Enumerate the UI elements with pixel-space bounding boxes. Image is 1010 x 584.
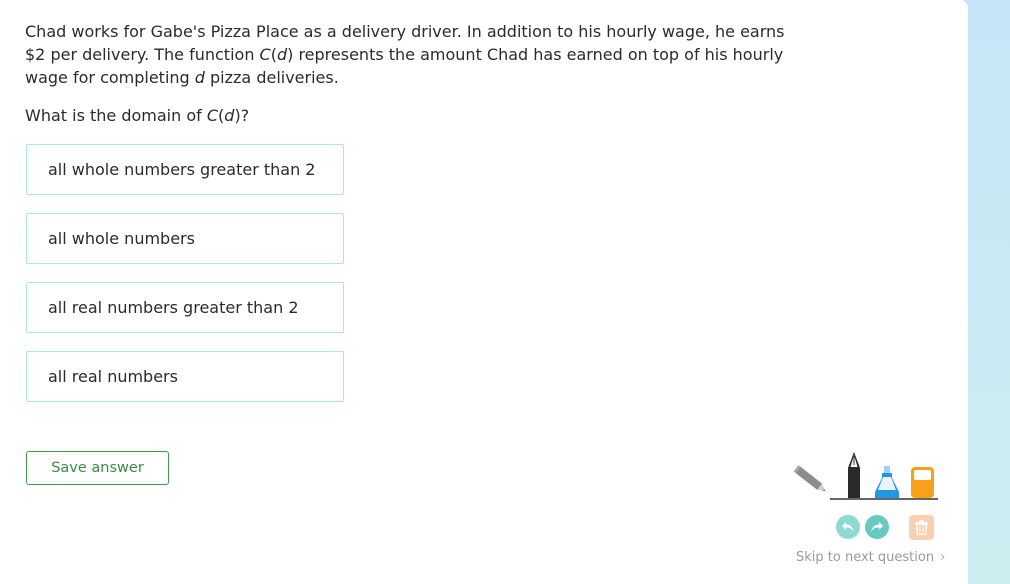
question-text-part: pizza deliveries. bbox=[204, 68, 339, 87]
function-name: C bbox=[259, 45, 271, 64]
skip-label: Skip to next question bbox=[796, 550, 935, 565]
answer-choice-label: all whole numbers bbox=[48, 229, 195, 248]
answer-choice-3[interactable]: all real numbers greater than 2 bbox=[26, 282, 344, 333]
answer-choice-label: all real numbers greater than 2 bbox=[48, 298, 299, 317]
function-variable: d bbox=[276, 45, 288, 64]
undo-icon bbox=[842, 522, 854, 532]
answer-choice-2[interactable]: all whole numbers bbox=[26, 213, 344, 264]
answer-choice-1[interactable]: all whole numbers greater than 2 bbox=[26, 144, 344, 195]
function-name: C bbox=[206, 106, 219, 125]
answer-choice-label: all real numbers bbox=[48, 367, 178, 386]
answer-choice-label: all whole numbers greater than 2 bbox=[48, 160, 316, 179]
clear-drawing-button[interactable] bbox=[909, 515, 934, 540]
save-answer-button[interactable]: Save answer bbox=[26, 451, 169, 485]
highlighter-icon[interactable] bbox=[872, 465, 902, 499]
answer-choice-4[interactable]: all real numbers bbox=[26, 351, 344, 402]
eraser-icon[interactable] bbox=[910, 466, 936, 499]
redo-icon bbox=[871, 522, 883, 532]
question-text: Chad works for Gabe's Pizza Place as a d… bbox=[25, 20, 785, 89]
trash-icon bbox=[915, 520, 928, 535]
function-variable: d bbox=[224, 106, 235, 125]
drawing-toolbar bbox=[788, 450, 940, 502]
prompt-text: What is the domain of bbox=[25, 106, 207, 125]
pen-icon[interactable] bbox=[844, 451, 864, 499]
save-answer-label: Save answer bbox=[51, 460, 144, 476]
undo-button[interactable] bbox=[836, 515, 860, 539]
question-prompt: What is the domain of C(d)? bbox=[25, 104, 249, 127]
redo-button[interactable] bbox=[865, 515, 889, 539]
skip-to-next-question-link[interactable]: Skip to next question › bbox=[796, 550, 945, 565]
chevron-right-icon: › bbox=[940, 550, 946, 565]
prompt-text: )? bbox=[234, 106, 250, 125]
question-panel: Chad works for Gabe's Pizza Place as a d… bbox=[0, 0, 968, 584]
pencil-icon[interactable] bbox=[790, 460, 832, 500]
variable-d: d bbox=[194, 68, 205, 87]
